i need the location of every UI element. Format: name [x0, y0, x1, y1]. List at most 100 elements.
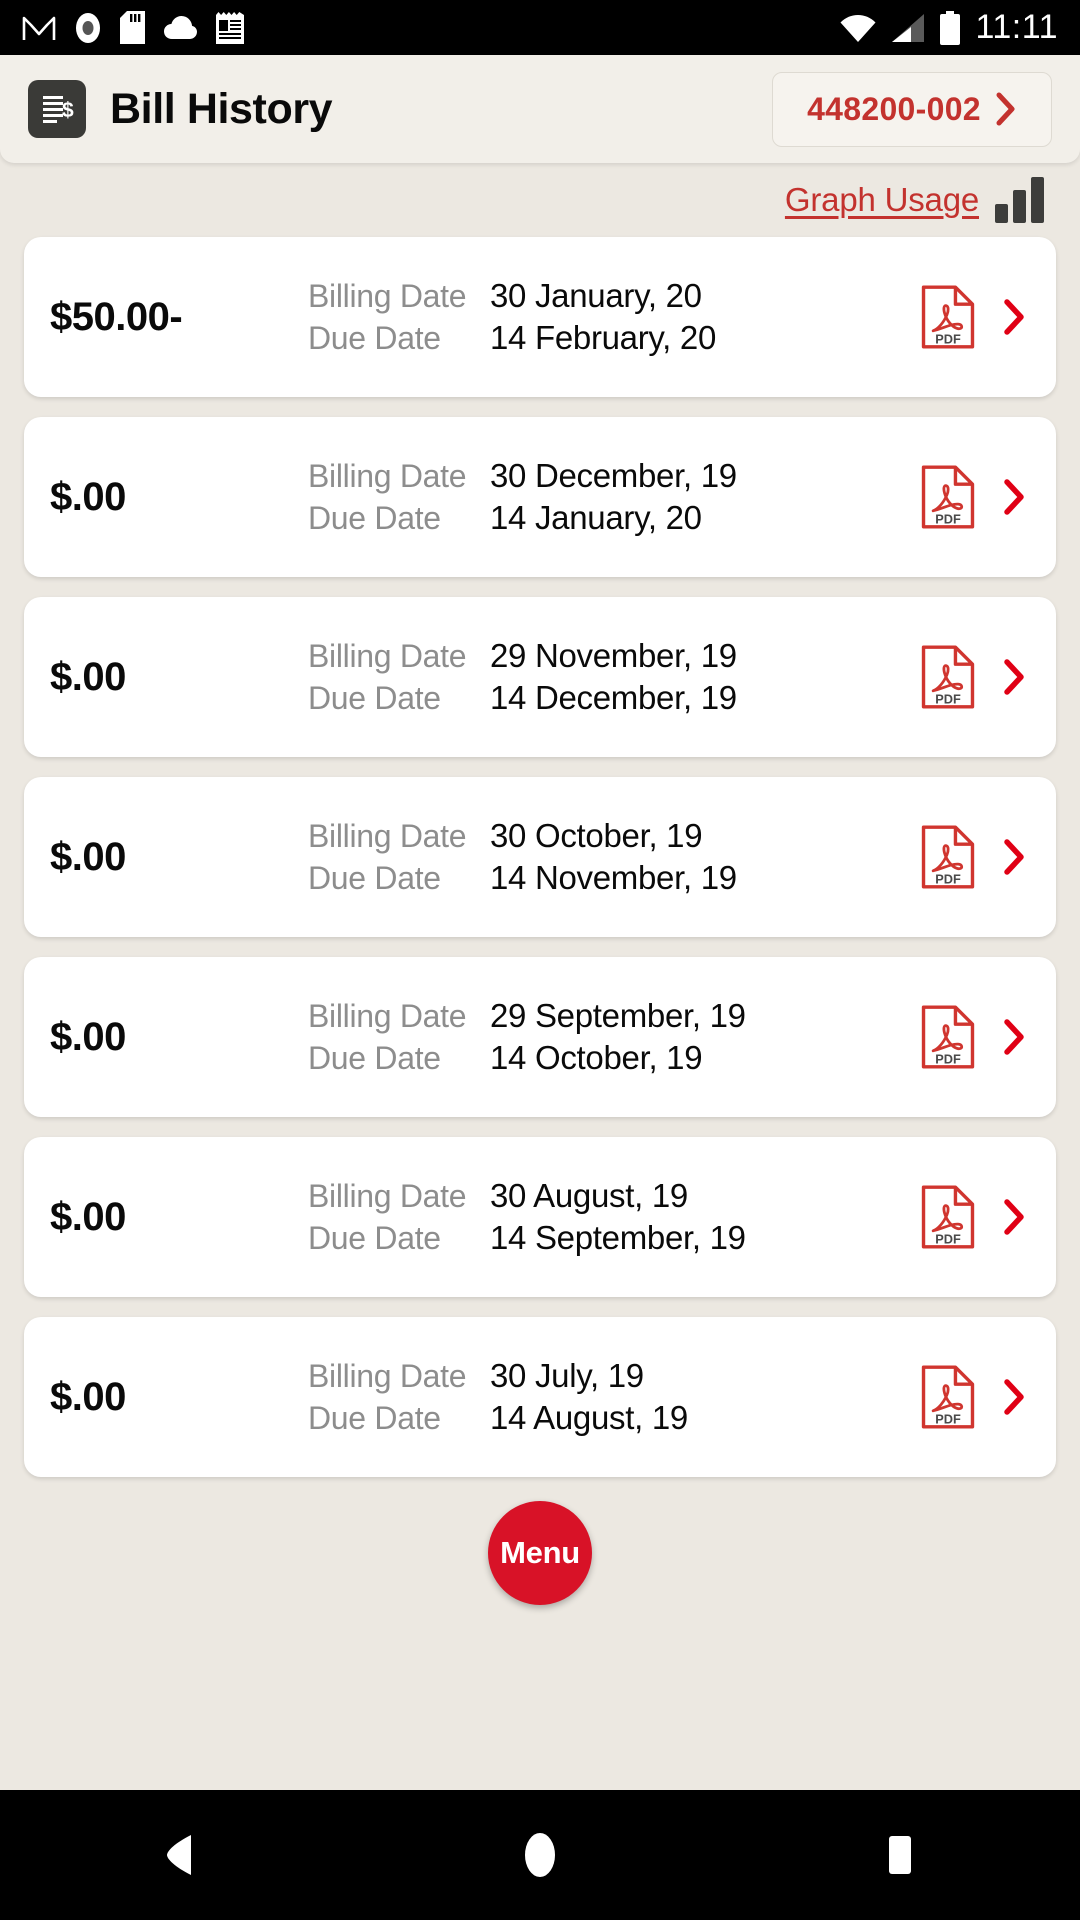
status-bar: 11:11 — [0, 0, 1080, 55]
android-navigation-bar — [0, 1790, 1080, 1920]
bill-amount: $.00 — [50, 654, 126, 699]
due-date-value: 14 October, 19 — [490, 1039, 703, 1076]
pdf-icon[interactable]: PDF — [920, 824, 976, 890]
nav-home-button[interactable] — [465, 1790, 615, 1920]
menu-fab-button[interactable]: Menu — [488, 1501, 592, 1605]
billing-date-value: 30 July, 19 — [490, 1357, 644, 1394]
svg-text:PDF: PDF — [935, 332, 961, 347]
chevron-right-icon[interactable] — [1002, 1018, 1026, 1056]
due-date-row: Due Date 14 December, 19 — [308, 679, 920, 717]
due-date-row: Due Date 14 October, 19 — [308, 1039, 920, 1077]
billing-date-label: Billing Date — [308, 818, 467, 854]
menu-fab-label: Menu — [500, 1535, 580, 1570]
bill-dates: Billing Date 29 November, 19 Due Date 14… — [308, 637, 920, 717]
sd-card-icon — [120, 11, 145, 44]
table-row[interactable]: $.00 Billing Date 30 December, 19 Due Da… — [24, 417, 1056, 577]
table-row[interactable]: $.00 Billing Date 29 November, 19 Due Da… — [24, 597, 1056, 757]
pdf-icon[interactable]: PDF — [920, 644, 976, 710]
row-actions: PDF — [920, 284, 1026, 350]
billing-date-row: Billing Date 30 July, 19 — [308, 1357, 920, 1395]
billing-date-value: 29 November, 19 — [490, 637, 737, 674]
bill-amount: $.00 — [50, 1194, 126, 1239]
due-date-value: 14 January, 20 — [490, 499, 702, 536]
nav-back-button[interactable] — [105, 1790, 255, 1920]
bill-dates: Billing Date 30 January, 20 Due Date 14 … — [308, 277, 920, 357]
row-actions: PDF — [920, 1364, 1026, 1430]
status-bar-left-icons — [22, 11, 839, 45]
billing-date-label: Billing Date — [308, 1358, 467, 1394]
billing-date-row: Billing Date 30 August, 19 — [308, 1177, 920, 1215]
chevron-right-icon[interactable] — [1002, 1198, 1026, 1236]
chevron-right-icon[interactable] — [1002, 838, 1026, 876]
due-date-row: Due Date 14 August, 19 — [308, 1399, 920, 1437]
content-area: Graph Usage $50.00- Billing Date 30 Janu… — [0, 163, 1080, 1790]
graph-usage-link[interactable]: Graph Usage — [785, 181, 979, 219]
gmail-icon — [22, 16, 56, 40]
bill-dates: Billing Date 30 December, 19 Due Date 14… — [308, 457, 920, 537]
billing-date-label: Billing Date — [308, 458, 467, 494]
billing-date-row: Billing Date 30 December, 19 — [308, 457, 920, 495]
billing-date-label: Billing Date — [308, 1178, 467, 1214]
table-row[interactable]: $50.00- Billing Date 30 January, 20 Due … — [24, 237, 1056, 397]
table-row[interactable]: $.00 Billing Date 29 September, 19 Due D… — [24, 957, 1056, 1117]
due-date-row: Due Date 14 January, 20 — [308, 499, 920, 537]
pdf-icon[interactable]: PDF — [920, 1184, 976, 1250]
bill-amount: $.00 — [50, 1374, 126, 1419]
billing-date-row: Billing Date 30 October, 19 — [308, 817, 920, 855]
pdf-icon[interactable]: PDF — [920, 464, 976, 530]
chevron-right-icon[interactable] — [1002, 478, 1026, 516]
due-date-row: Due Date 14 September, 19 — [308, 1219, 920, 1257]
due-date-value: 14 September, 19 — [490, 1219, 746, 1256]
billing-date-value: 30 October, 19 — [490, 817, 703, 854]
chevron-right-icon — [996, 92, 1015, 126]
chevron-right-icon[interactable] — [1002, 298, 1026, 336]
bill-amount: $.00 — [50, 1014, 126, 1059]
due-date-label: Due Date — [308, 320, 441, 356]
svg-text:PDF: PDF — [935, 1412, 961, 1427]
chevron-right-icon[interactable] — [1002, 1378, 1026, 1416]
pdf-icon[interactable]: PDF — [920, 1004, 976, 1070]
row-actions: PDF — [920, 824, 1026, 890]
due-date-value: 14 August, 19 — [490, 1399, 688, 1436]
record-icon — [76, 12, 100, 43]
svg-text:PDF: PDF — [935, 692, 961, 707]
due-date-value: 14 February, 20 — [490, 319, 717, 356]
billing-date-row: Billing Date 29 November, 19 — [308, 637, 920, 675]
notes-icon — [216, 11, 244, 44]
table-row[interactable]: $.00 Billing Date 30 October, 19 Due Dat… — [24, 777, 1056, 937]
due-date-label: Due Date — [308, 860, 441, 896]
fab-container: Menu — [24, 1501, 1056, 1605]
svg-text:PDF: PDF — [935, 872, 961, 887]
due-date-value: 14 November, 19 — [490, 859, 737, 896]
bar-chart-icon[interactable] — [995, 177, 1044, 223]
bill-document-icon: $ — [28, 80, 86, 138]
due-date-row: Due Date 14 November, 19 — [308, 859, 920, 897]
table-row[interactable]: $.00 Billing Date 30 August, 19 Due Date… — [24, 1137, 1056, 1297]
wifi-icon — [840, 14, 876, 42]
table-row[interactable]: $.00 Billing Date 30 July, 19 Due Date 1… — [24, 1317, 1056, 1477]
nav-recents-button[interactable] — [825, 1790, 975, 1920]
chevron-right-icon[interactable] — [1002, 658, 1026, 696]
bill-dates: Billing Date 29 September, 19 Due Date 1… — [308, 997, 920, 1077]
status-bar-right-icons: 11:11 — [839, 8, 1058, 47]
billing-date-value: 30 December, 19 — [490, 457, 737, 494]
due-date-label: Due Date — [308, 1220, 441, 1256]
back-triangle-icon — [167, 1835, 191, 1875]
due-date-label: Due Date — [308, 680, 441, 716]
due-date-label: Due Date — [308, 1040, 441, 1076]
due-date-value: 14 December, 19 — [490, 679, 737, 716]
pdf-icon[interactable]: PDF — [920, 1364, 976, 1430]
billing-date-row: Billing Date 29 September, 19 — [308, 997, 920, 1035]
billing-date-label: Billing Date — [308, 278, 467, 314]
billing-date-label: Billing Date — [308, 998, 467, 1034]
svg-text:PDF: PDF — [935, 1232, 961, 1247]
pdf-icon[interactable]: PDF — [920, 284, 976, 350]
app-root: 11:11 $ Bill History 448200-002 Graph Us… — [0, 0, 1080, 1920]
svg-text:PDF: PDF — [935, 1052, 961, 1067]
billing-date-value: 29 September, 19 — [490, 997, 746, 1034]
recents-square-icon — [889, 1836, 911, 1874]
cloud-icon — [164, 15, 197, 39]
bill-amount: $.00 — [50, 834, 126, 879]
billing-date-row: Billing Date 30 January, 20 — [308, 277, 920, 315]
account-selector-button[interactable]: 448200-002 — [772, 71, 1052, 147]
